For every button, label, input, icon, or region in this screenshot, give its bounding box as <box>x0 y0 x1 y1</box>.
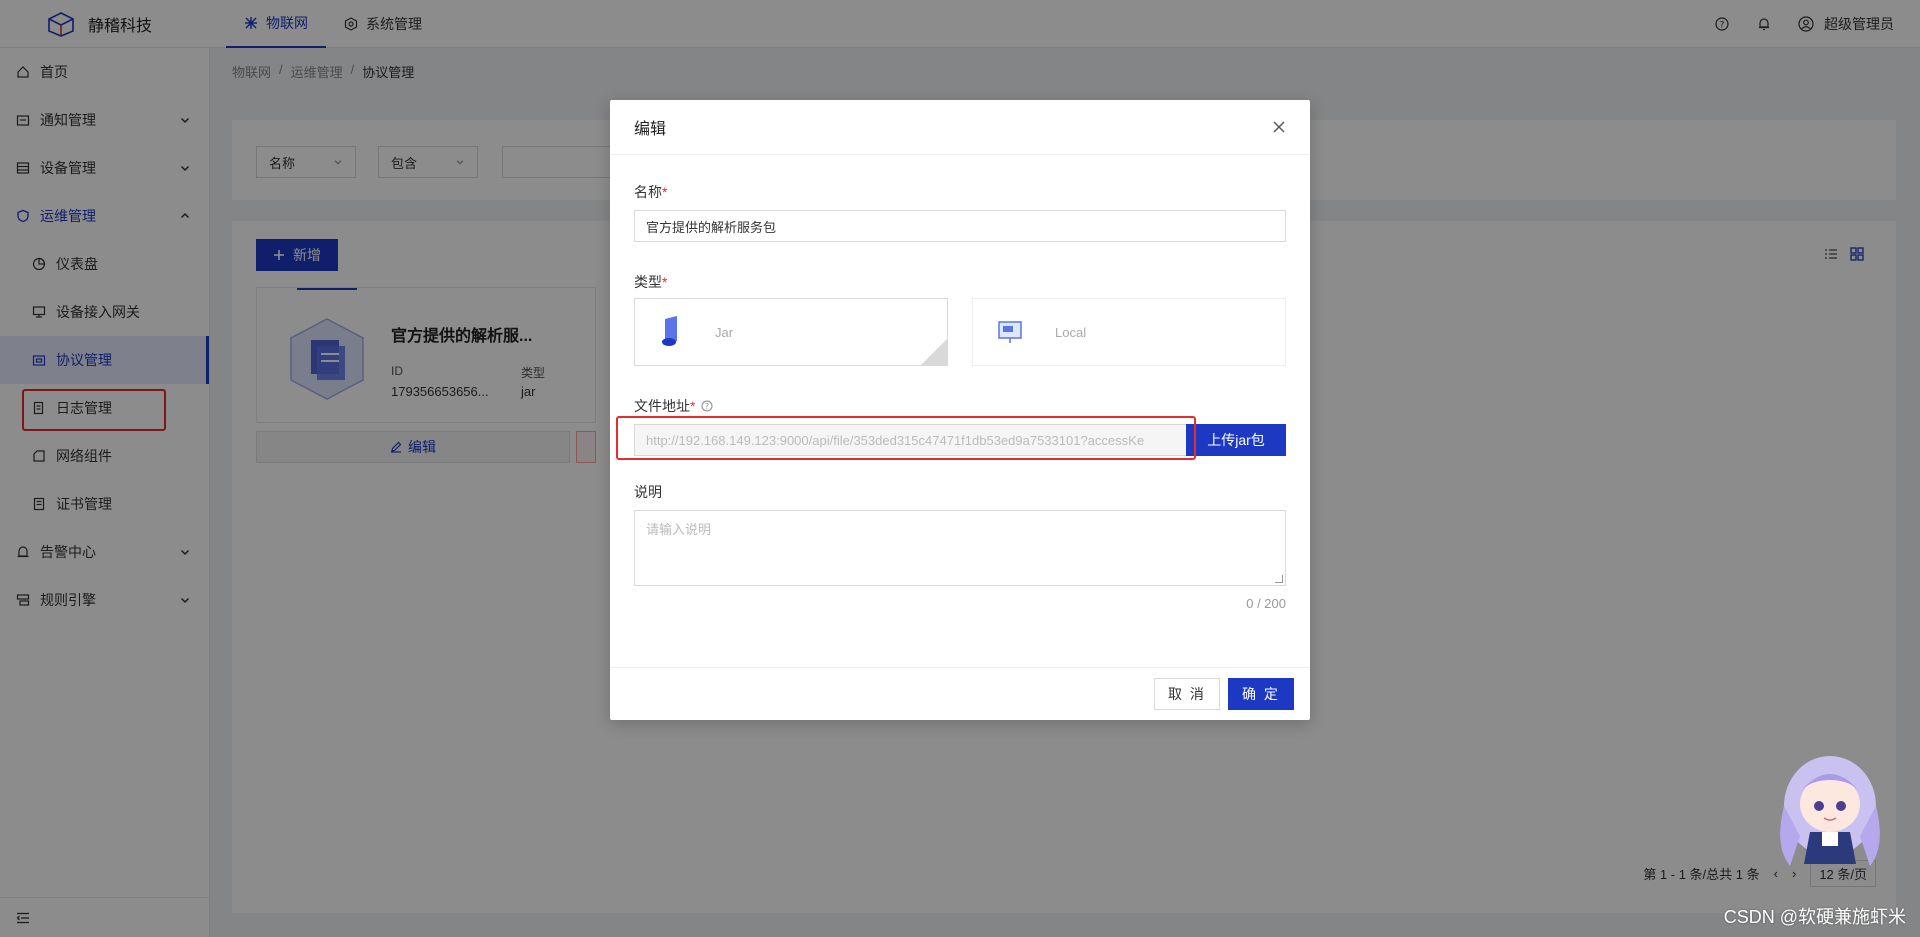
confirm-button[interactable]: 确 定 <box>1228 678 1294 710</box>
type-option-jar[interactable]: Jar <box>634 298 948 366</box>
watermark: CSDN @软硬兼施虾米 <box>1723 907 1906 927</box>
modal-header: 编辑 <box>610 100 1310 155</box>
highlight-box-url <box>616 416 1196 460</box>
resize-handle[interactable] <box>1275 575 1283 583</box>
type-option-jar-label: Jar <box>715 324 734 340</box>
mascot-character-image <box>1780 756 1880 866</box>
type-label: 类型* <box>634 272 667 292</box>
url-label: 文件地址* ? <box>634 396 713 416</box>
url-label-text: 文件地址 <box>634 398 690 414</box>
name-input[interactable]: 官方提供的解析服务包 <box>634 210 1286 242</box>
modal-title: 编辑 <box>634 121 667 138</box>
modal-footer: 取 消 确 定 <box>610 667 1310 720</box>
edit-modal: 编辑 名称* 官方提供的解析服务包 类型* Jar Local 文件地址* ? … <box>610 100 1310 720</box>
selected-corner-mark <box>921 339 947 365</box>
desc-label: 说明 <box>634 484 662 500</box>
required-mark: * <box>662 184 668 200</box>
local-monitor-icon <box>998 321 1022 343</box>
close-icon[interactable] <box>1272 120 1286 134</box>
description-textarea[interactable]: 请输入说明 <box>634 510 1286 586</box>
type-option-local-label: Local <box>1055 324 1087 340</box>
jar-file-icon <box>662 316 677 346</box>
svg-text:?: ? <box>705 402 709 411</box>
name-label-text: 名称 <box>634 184 662 200</box>
required-mark: * <box>690 398 696 414</box>
question-circle-icon[interactable]: ? <box>701 400 713 412</box>
char-counter: 0 / 200 <box>1246 596 1286 611</box>
type-option-local[interactable]: Local <box>972 298 1286 366</box>
name-label: 名称* <box>634 182 667 202</box>
required-mark: * <box>662 274 668 290</box>
cancel-button[interactable]: 取 消 <box>1154 678 1220 710</box>
type-label-text: 类型 <box>634 274 662 290</box>
description-placeholder: 请输入说明 <box>646 522 712 537</box>
upload-jar-button[interactable]: 上传jar包 <box>1186 424 1286 456</box>
